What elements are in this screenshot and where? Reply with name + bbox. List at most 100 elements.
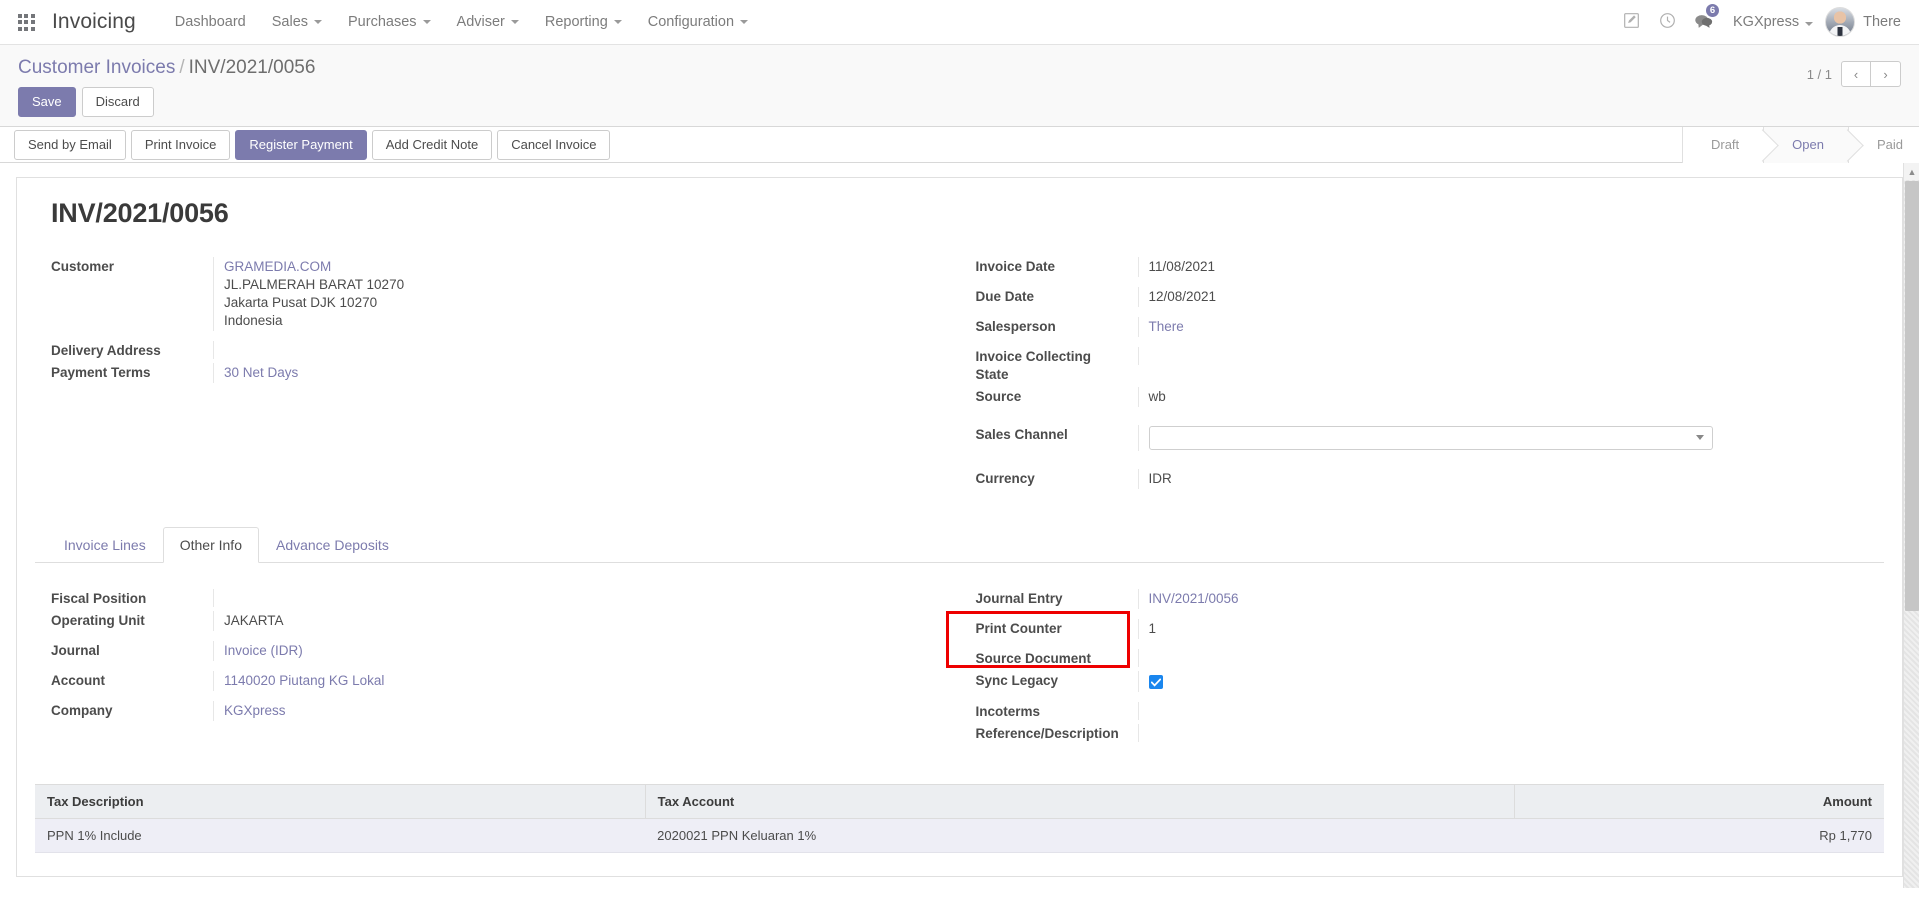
workflow-buttons: Send by Email Print Invoice Register Pay… (14, 129, 611, 160)
tab-other-info[interactable]: Other Info (162, 526, 259, 563)
customer-name-link[interactable]: GRAMEDIA.COM (224, 258, 936, 276)
breadcrumb-parent-link[interactable]: Customer Invoices (18, 57, 175, 78)
field-label-invoice-collecting-state: Invoice Collecting State (975, 349, 1092, 382)
company-link[interactable]: KGXpress (224, 703, 286, 718)
cancel-invoice-button[interactable]: Cancel Invoice (497, 129, 611, 160)
apps-menu-button[interactable] (0, 0, 52, 44)
status-step-label: Open (1792, 137, 1824, 153)
field-value-journal[interactable]: Invoice (IDR) (213, 640, 936, 661)
menu-item-configuration[interactable]: Configuration (635, 0, 761, 44)
field-label-delivery-address: Delivery Address (51, 343, 161, 358)
pager: 1 / 1 ‹ › (1807, 53, 1901, 87)
field-value-incoterms[interactable] (1137, 701, 1861, 720)
menu-item-reporting[interactable]: Reporting (532, 0, 635, 44)
menu-item-label: Configuration (647, 14, 735, 30)
field-value-due-date[interactable]: 12/08/2021 (1137, 287, 1861, 308)
menu-item-dashboard[interactable]: Dashboard (162, 0, 259, 44)
sales-channel-select[interactable] (1148, 425, 1713, 450)
pager-next-button[interactable]: › (1871, 61, 1901, 87)
tab-advance-deposits[interactable]: Advance Deposits (259, 527, 406, 563)
field-value-journal-entry[interactable]: INV/2021/0056 (1137, 588, 1861, 609)
scrollbar-thumb[interactable] (1905, 181, 1919, 612)
field-label-customer: Customer (51, 259, 115, 275)
messages-button[interactable]: 6 (1685, 0, 1722, 44)
tax-table-header-row: Tax Description Tax Account Amount (35, 783, 1884, 819)
journal-entry-link[interactable]: INV/2021/0056 (1149, 591, 1239, 606)
field-label-reference-description: Reference/Description (975, 725, 1119, 741)
field-value-delivery-address[interactable] (213, 341, 936, 359)
save-button[interactable]: Save (18, 87, 76, 118)
field-journal-entry: Journal Entry INV/2021/0056 (960, 588, 1861, 609)
activity-clock-button[interactable] (1649, 0, 1685, 44)
edit-icon-button[interactable] (1613, 0, 1649, 44)
payment-terms-link[interactable]: 30 Net Days (224, 365, 298, 380)
print-invoice-button[interactable]: Print Invoice (130, 129, 231, 160)
field-value-fiscal-position[interactable] (213, 588, 936, 607)
salesperson-link[interactable]: There (1149, 319, 1184, 334)
customer-address-line-1: JL.PALMERAH BARAT 10270 (224, 277, 405, 293)
menu-item-sales[interactable]: Sales (259, 0, 335, 44)
action-bar: Send by Email Print Invoice Register Pay… (0, 126, 1919, 164)
field-value-account[interactable]: 1140020 Piutang KG Lokal (213, 670, 936, 691)
avatar[interactable] (1825, 7, 1856, 37)
user-menu[interactable]: There (1863, 14, 1905, 30)
vertical-scrollbar[interactable]: ▲ (1903, 163, 1919, 889)
company-switcher[interactable]: KGXpress (1721, 14, 1819, 30)
field-label-sync-legacy: Sync Legacy (975, 672, 1059, 688)
table-row[interactable]: PPN 1% Include 2020021 PPN Keluaran 1% R… (35, 818, 1884, 853)
register-payment-button[interactable]: Register Payment (235, 129, 367, 160)
company-name-label: KGXpress (1733, 14, 1800, 30)
messages-count-badge: 6 (1704, 2, 1722, 19)
field-value-currency[interactable]: IDR (1137, 468, 1861, 489)
notebook-tabs: Invoice Lines Other Info Advance Deposit… (35, 526, 1884, 563)
field-value-source-document[interactable] (1137, 648, 1861, 667)
chevron-down-icon (510, 20, 519, 24)
field-value-invoice-collecting-state[interactable] (1137, 347, 1861, 366)
field-value-salesperson[interactable]: There (1137, 317, 1861, 338)
field-value-reference-description[interactable] (1137, 723, 1861, 742)
field-value-payment-terms[interactable]: 30 Net Days (213, 362, 936, 383)
account-link[interactable]: 1140020 Piutang KG Lokal (224, 673, 384, 688)
header-left-column: Customer GRAMEDIA.COM JL.PALMERAH BARAT … (35, 257, 960, 499)
menu-item-label: Purchases (348, 14, 417, 30)
field-fiscal-position: Fiscal Position (35, 588, 936, 609)
breadcrumb: Customer Invoices / INV/2021/0056 (18, 53, 315, 81)
other-info-right-column: Journal Entry INV/2021/0056 Print Counte… (960, 588, 1885, 754)
tax-summary-table: Tax Description Tax Account Amount PPN 1… (35, 783, 1884, 853)
send-by-email-button[interactable]: Send by Email (14, 129, 126, 160)
menu-item-purchases[interactable]: Purchases (335, 0, 444, 44)
field-label-invoice-date: Invoice Date (975, 259, 1056, 275)
navbar-right-tools: 6 KGXpress There (1613, 0, 1905, 44)
status-step-draft[interactable]: Draft (1681, 126, 1764, 163)
field-label-sales-channel: Sales Channel (975, 426, 1068, 442)
field-value-invoice-date[interactable]: 11/08/2021 (1137, 257, 1861, 278)
tax-cell-amount: Rp 1,770 (1514, 818, 1884, 853)
header-right-column: Invoice Date 11/08/2021 Due Date 12/08/2… (960, 257, 1885, 499)
field-value-source[interactable]: wb (1137, 386, 1861, 407)
breadcrumb-current: INV/2021/0056 (188, 57, 316, 78)
app-brand-title[interactable]: Invoicing (52, 10, 136, 34)
field-value-customer[interactable]: GRAMEDIA.COM JL.PALMERAH BARAT 10270 Jak… (213, 257, 936, 331)
field-label-operating-unit: Operating Unit (51, 612, 145, 628)
customer-country: Indonesia (224, 313, 283, 329)
menu-item-adviser[interactable]: Adviser (444, 0, 532, 44)
field-value-operating-unit[interactable]: JAKARTA (213, 610, 936, 631)
discard-button[interactable]: Discard (81, 87, 154, 118)
scroll-up-arrow-icon[interactable]: ▲ (1904, 163, 1919, 181)
field-sales-channel: Sales Channel (960, 424, 1861, 451)
tax-cell-account: 2020021 PPN Keluaran 1% (645, 818, 1515, 853)
tab-invoice-lines[interactable]: Invoice Lines (47, 527, 163, 563)
add-credit-note-button[interactable]: Add Credit Note (371, 129, 493, 160)
field-label-currency: Currency (975, 470, 1035, 486)
pager-previous-button[interactable]: ‹ (1841, 61, 1871, 87)
field-invoice-date: Invoice Date 11/08/2021 (960, 257, 1861, 278)
journal-link[interactable]: Invoice (IDR) (224, 643, 303, 658)
field-value-company[interactable]: KGXpress (213, 700, 936, 721)
customer-address-line-2: Jakarta Pusat DJK 10270 (224, 295, 378, 311)
field-account: Account 1140020 Piutang KG Lokal (35, 670, 936, 691)
sync-legacy-checkbox[interactable] (1148, 675, 1163, 690)
status-bar: Draft Open Paid (1681, 126, 1919, 163)
record-sheet: INV/2021/0056 Customer GRAMEDIA.COM JL.P… (16, 177, 1903, 878)
pencil-square-icon (1623, 12, 1640, 32)
field-value-print-counter[interactable]: 1 (1137, 618, 1861, 639)
